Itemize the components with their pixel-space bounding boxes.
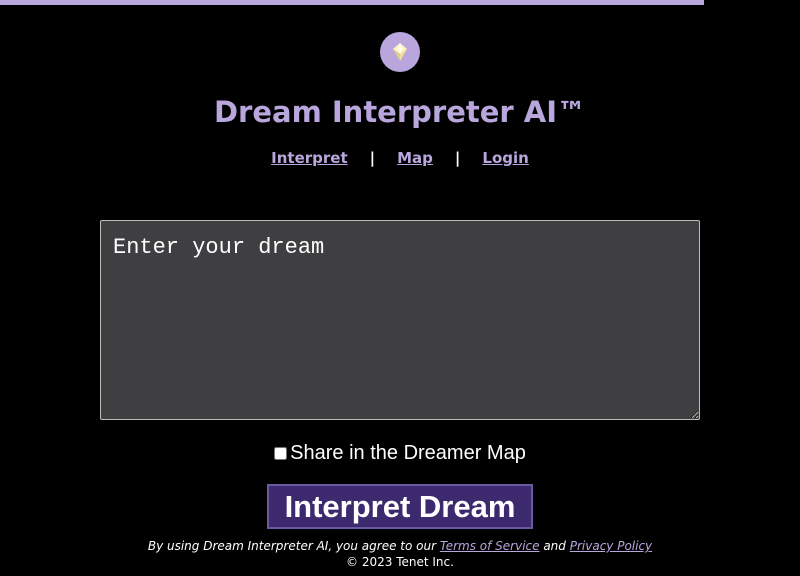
logo [380, 32, 420, 72]
share-option[interactable]: Share in the Dreamer Map [0, 441, 800, 465]
share-checkbox[interactable] [274, 446, 288, 460]
share-label: Share in the Dreamer Map [290, 442, 526, 464]
terms-link[interactable]: Terms of Service [440, 539, 540, 553]
nav-link-login[interactable]: Login [482, 147, 528, 169]
main-nav: Interpret | Map | Login [0, 147, 800, 169]
footer-legal-prefix: By using Dream Interpreter AI, you agree… [147, 539, 440, 553]
nav-link-interpret[interactable]: Interpret [271, 147, 347, 169]
footer-and: and [539, 539, 570, 553]
copyright: © 2023 Tenet Inc. [346, 555, 454, 569]
page-title: Dream Interpreter AI™ [213, 95, 587, 129]
dream-input[interactable] [100, 220, 700, 420]
interpret-dream-button[interactable]: Interpret Dream [267, 484, 533, 529]
footer-legal: By using Dream Interpreter AI, you agree… [0, 538, 800, 554]
gem-icon [393, 43, 407, 61]
nav-separator: | [454, 149, 461, 167]
nav-link-map[interactable]: Map [397, 147, 433, 169]
nav-separator: | [369, 149, 376, 167]
footer: By using Dream Interpreter AI, you agree… [0, 538, 800, 570]
privacy-link[interactable]: Privacy Policy [570, 539, 652, 553]
progress-bar [0, 0, 704, 5]
